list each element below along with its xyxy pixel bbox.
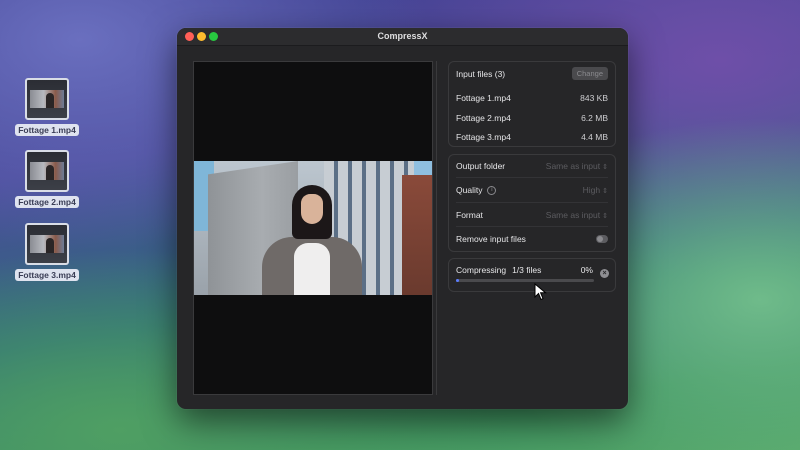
format-label: Format [456,210,483,220]
video-thumbnail [25,150,69,192]
remove-input-label: Remove input files [456,234,526,244]
info-icon[interactable]: i [487,186,497,196]
chevron-updown-icon: ⇕ [602,164,608,171]
progress-status-row: Compressing 1/3 files 0% [456,265,593,275]
output-folder-label: Output folder [456,161,506,171]
file-size: 6.2 MB [581,113,608,123]
quality-row: Quality i High ⇕ [456,185,608,196]
quality-select[interactable]: High ⇕ [583,185,608,195]
quality-label: Quality [456,185,483,195]
pane-divider[interactable] [436,61,437,395]
app-window: CompressX Input files (3) Change Fottage… [177,28,628,409]
video-preview [193,61,433,395]
chevron-updown-icon: ⇕ [602,213,608,220]
file-row[interactable]: Fottage 3.mp4 4.4 MB [456,132,608,142]
desktop-file-label: Fottage 2.mp4 [15,196,79,208]
output-folder-row: Output folder Same as input ⇕ [456,161,608,171]
progress-count: 1/3 files [512,265,542,275]
desktop-file-label: Fottage 1.mp4 [15,124,79,136]
desktop-file-label: Fottage 3.mp4 [15,269,79,281]
cancel-icon[interactable]: × [600,269,609,278]
progress-status: Compressing [456,265,507,275]
progress-percent: 0% [580,265,593,275]
input-files-title: Input files (3) [456,68,506,79]
settings-card: Output folder Same as input ⇕ Quality i Hi… [448,154,616,252]
desktop-file-3[interactable]: Fottage 3.mp4 [14,223,80,283]
mouse-pointer-icon [534,283,547,301]
progress-bar-fill [456,279,459,282]
file-name: Fottage 3.mp4 [456,132,511,142]
change-button[interactable]: Change [571,67,608,80]
desktop-file-2[interactable]: Fottage 2.mp4 [14,150,80,210]
file-size: 4.4 MB [581,132,608,142]
remove-input-toggle[interactable] [596,235,608,243]
file-name: Fottage 2.mp4 [456,113,511,123]
progress-bar [456,279,594,282]
desktop-file-1[interactable]: Fottage 1.mp4 [14,78,80,138]
input-files-header: Input files (3) Change [456,67,608,80]
progress-card: Compressing 1/3 files 0% × [448,258,616,292]
video-thumbnail [25,223,69,265]
chevron-updown-icon: ⇕ [602,188,608,196]
output-folder-select[interactable]: Same as input ⇕ [546,161,608,171]
video-thumbnail [25,78,69,120]
window-title: CompressX [377,31,428,41]
title-bar[interactable]: CompressX [177,28,628,46]
format-row: Format Same as input ⇕ [456,210,608,220]
file-row[interactable]: Fottage 2.mp4 6.2 MB [456,113,608,123]
input-files-card: Input files (3) Change Fottage 1.mp4 843… [448,61,616,147]
format-select[interactable]: Same as input ⇕ [546,210,608,220]
file-name: Fottage 1.mp4 [456,93,511,103]
file-size: 843 KB [580,93,608,103]
remove-input-row: Remove input files [456,234,608,244]
preview-frame [194,161,432,295]
file-row[interactable]: Fottage 1.mp4 843 KB [456,93,608,103]
